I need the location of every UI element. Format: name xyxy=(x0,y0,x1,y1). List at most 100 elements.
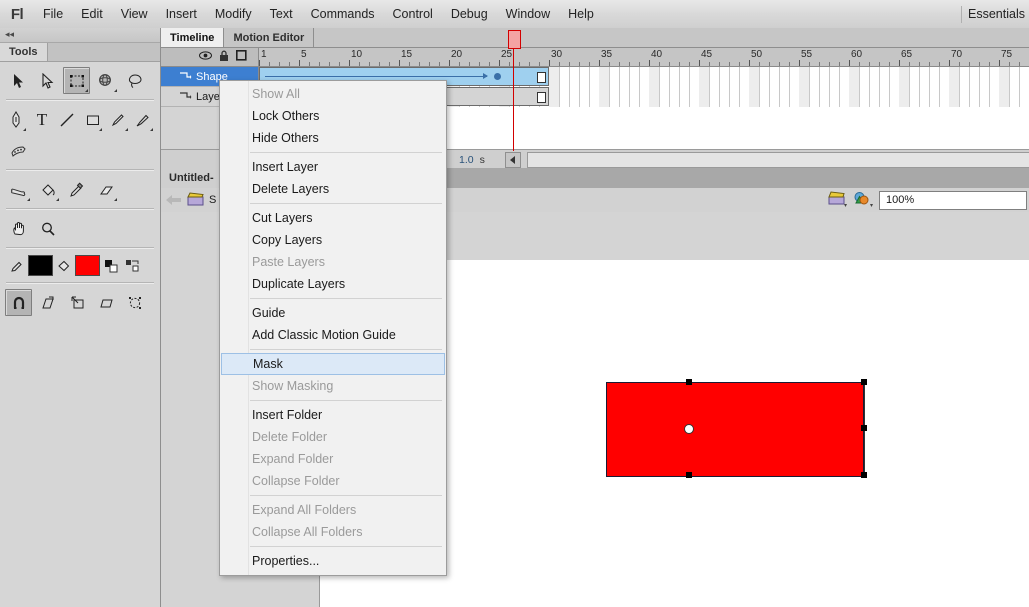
eyedropper-tool[interactable] xyxy=(63,176,90,203)
context-menu-item-guide[interactable]: Guide xyxy=(220,302,446,324)
ruler-tick xyxy=(319,62,320,66)
pencil-tool[interactable] xyxy=(106,106,129,133)
menu-control[interactable]: Control xyxy=(384,0,442,28)
subselection-tool[interactable] xyxy=(34,67,61,94)
context-menu-item-properties[interactable]: Properties... xyxy=(220,550,446,572)
menu-commands[interactable]: Commands xyxy=(302,0,384,28)
zoom-level-input[interactable]: 100% xyxy=(879,190,1027,210)
zoom-tool[interactable] xyxy=(34,215,61,242)
free-transform-tool[interactable] xyxy=(63,67,90,94)
bone-tool[interactable] xyxy=(5,176,32,203)
menu-insert[interactable]: Insert xyxy=(157,0,206,28)
swap-colors-icon[interactable] xyxy=(123,256,143,276)
transform-handle-top-right[interactable] xyxy=(861,379,867,385)
context-menu-item-copy-layers[interactable]: Copy Layers xyxy=(220,229,446,251)
stroke-color-swatch[interactable] xyxy=(28,255,53,276)
rotate-and-skew-option[interactable] xyxy=(34,289,61,316)
ruler-tick xyxy=(729,62,730,66)
selection-tool[interactable] xyxy=(5,67,32,94)
red-rectangle[interactable] xyxy=(606,382,864,477)
menu-file[interactable]: File xyxy=(34,0,72,28)
context-menu-item-add-classic-motion-guide[interactable]: Add Classic Motion Guide xyxy=(220,324,446,346)
ruler-tick xyxy=(1019,62,1020,66)
tab-motion-editor[interactable]: Motion Editor xyxy=(224,28,315,47)
eye-icon[interactable] xyxy=(199,50,212,64)
menu-modify[interactable]: Modify xyxy=(206,0,261,28)
end-frame-marker[interactable] xyxy=(537,72,546,83)
document-tab[interactable]: Untitled- xyxy=(161,168,223,188)
lasso-tool[interactable] xyxy=(121,67,148,94)
text-tool[interactable]: T xyxy=(30,106,53,133)
ruler-tick xyxy=(309,62,310,66)
menu-edit[interactable]: Edit xyxy=(72,0,112,28)
deco-tool[interactable] xyxy=(5,137,32,164)
timeline-horizontal-scrollbar[interactable] xyxy=(526,151,1029,168)
context-menu-item-cut-layers[interactable]: Cut Layers xyxy=(220,207,446,229)
back-arrow-icon[interactable] xyxy=(161,194,187,206)
tab-timeline[interactable]: Timeline xyxy=(161,28,225,47)
context-menu-item-delete-layers[interactable]: Delete Layers xyxy=(220,178,446,200)
ruler-tick xyxy=(439,62,440,66)
menu-window[interactable]: Window xyxy=(497,0,559,28)
context-menu-item-mask[interactable]: Mask xyxy=(221,353,445,375)
ruler-tick xyxy=(649,60,650,66)
ruler-tick xyxy=(859,62,860,66)
rectangle-tool[interactable] xyxy=(81,106,104,133)
context-menu-item-insert-layer[interactable]: Insert Layer xyxy=(220,156,446,178)
fill-color-swatch[interactable] xyxy=(75,255,100,276)
snap-to-objects-option[interactable] xyxy=(5,289,32,316)
hand-tool[interactable] xyxy=(5,215,32,242)
transform-handle-top-center[interactable] xyxy=(686,379,692,385)
envelope-option[interactable] xyxy=(121,289,148,316)
ruler-tick xyxy=(779,62,780,66)
timeline-scroll-left-button[interactable] xyxy=(504,151,521,168)
outline-icon[interactable] xyxy=(236,50,247,64)
eraser-tool[interactable] xyxy=(92,176,119,203)
ruler-tick xyxy=(479,62,480,66)
menu-debug[interactable]: Debug xyxy=(442,0,497,28)
3d-rotation-tool[interactable] xyxy=(92,67,119,94)
tool-grid: T xyxy=(0,62,160,318)
tool-row-drawing: T xyxy=(0,104,160,135)
ruler-tick xyxy=(979,62,980,66)
context-menu-item-insert-folder[interactable]: Insert Folder xyxy=(220,404,446,426)
context-menu-item-hide-others[interactable]: Hide Others xyxy=(220,127,446,149)
paint-bucket-tool[interactable] xyxy=(34,176,61,203)
line-tool[interactable] xyxy=(56,106,79,133)
scale-option[interactable] xyxy=(63,289,90,316)
tab-tools[interactable]: Tools xyxy=(0,43,48,61)
brush-tool[interactable] xyxy=(132,106,155,133)
transform-handle-bottom-right[interactable] xyxy=(861,472,867,478)
context-menu-item-lock-others[interactable]: Lock Others xyxy=(220,105,446,127)
playhead-handle[interactable] xyxy=(508,30,521,49)
ruler-tick xyxy=(689,62,690,66)
frame-cell[interactable] xyxy=(1019,67,1029,107)
ruler-label: 50 xyxy=(751,49,763,60)
keyframe-marker[interactable] xyxy=(494,73,501,80)
tool-flyout-corner-icon xyxy=(99,128,103,131)
context-menu-separator xyxy=(250,495,442,496)
context-menu-item-show-all: Show All xyxy=(252,87,300,101)
edit-scene-icon[interactable] xyxy=(827,190,849,211)
menu-text[interactable]: Text xyxy=(261,0,302,28)
timeline-ruler[interactable]: 1510152025303540455055606570758085 xyxy=(259,48,1029,67)
context-menu-items: Show All Lock Others Hide Others Insert Lay… xyxy=(220,83,446,572)
workspace-switcher[interactable]: Essentials xyxy=(968,7,1029,21)
context-menu-item-duplicate-layers[interactable]: Duplicate Layers xyxy=(220,273,446,295)
pen-tool[interactable] xyxy=(5,106,28,133)
edit-symbol-icon[interactable] xyxy=(853,190,875,211)
transform-handle-middle-right[interactable] xyxy=(861,425,867,431)
menu-help[interactable]: Help xyxy=(559,0,603,28)
ruler-tick xyxy=(739,62,740,66)
end-frame-marker[interactable] xyxy=(537,92,546,103)
distort-option[interactable] xyxy=(92,289,119,316)
tools-collapse-button[interactable]: ◂◂ xyxy=(0,28,160,43)
transform-handle-bottom-center[interactable] xyxy=(686,472,692,478)
context-menu-item-expand-folder: Expand Folder xyxy=(252,452,334,466)
edit-bar-right-controls: 100% xyxy=(827,190,1029,211)
menu-view[interactable]: View xyxy=(112,0,157,28)
layer-context-menu[interactable]: Show All Lock Others Hide Others Insert Lay… xyxy=(219,80,447,576)
lock-icon[interactable] xyxy=(219,50,229,65)
transform-registration-point[interactable] xyxy=(684,424,694,434)
black-and-white-icon[interactable] xyxy=(101,256,121,276)
